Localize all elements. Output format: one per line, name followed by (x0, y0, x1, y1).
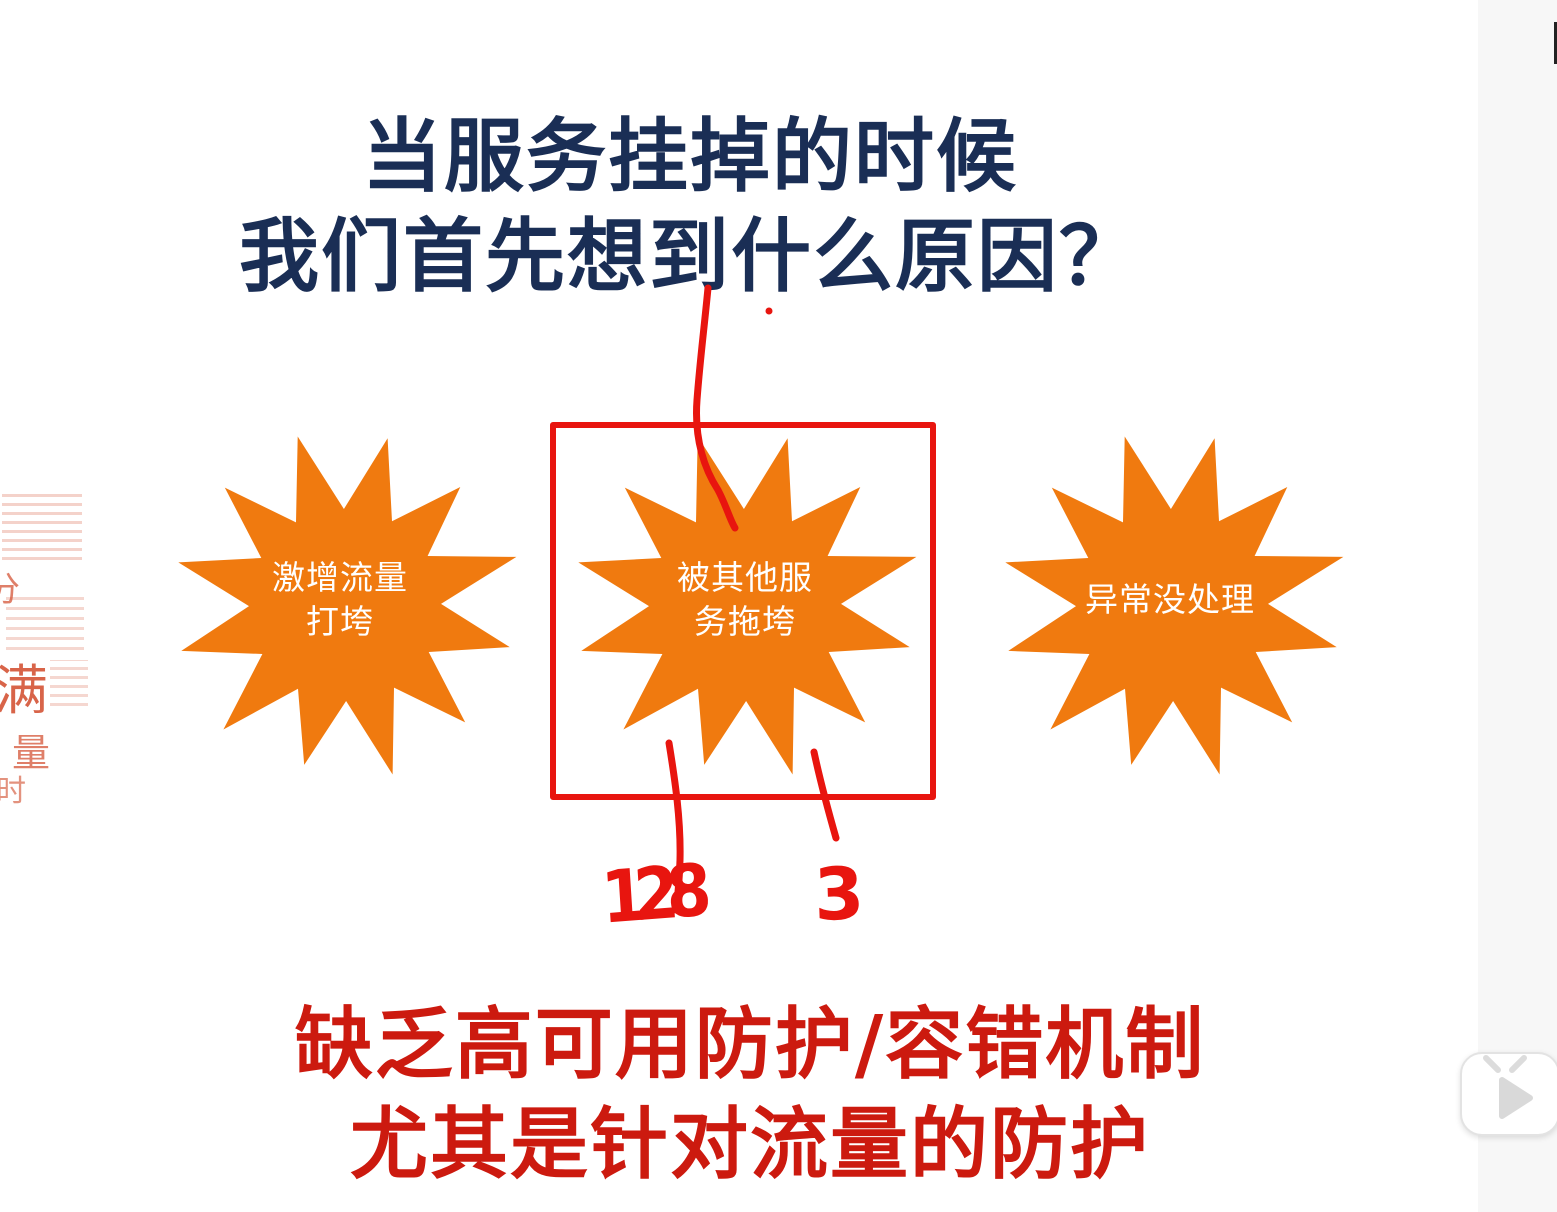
annotation-dot (765, 307, 773, 315)
play-button[interactable] (1460, 1052, 1557, 1136)
slide-canvas: 分 满 量 时 当服务挂掉的时候 我们首先想到什么原因？ 激增流量 打垮 被其他… (0, 0, 1557, 1212)
slide-caption-line-2: 尤其是针对流量的防护 (349, 1100, 1150, 1190)
annotation-number-left: 128 (598, 848, 702, 940)
highlight-box (550, 422, 936, 800)
annotation-number-right: 3 (812, 851, 866, 937)
annotation-stroke (693, 284, 739, 532)
slide-caption-line-1: 缺乏高可用防护/容错机制 (294, 1000, 1206, 1090)
player-side-strip (1478, 0, 1557, 1212)
play-icon (1483, 1055, 1533, 1119)
